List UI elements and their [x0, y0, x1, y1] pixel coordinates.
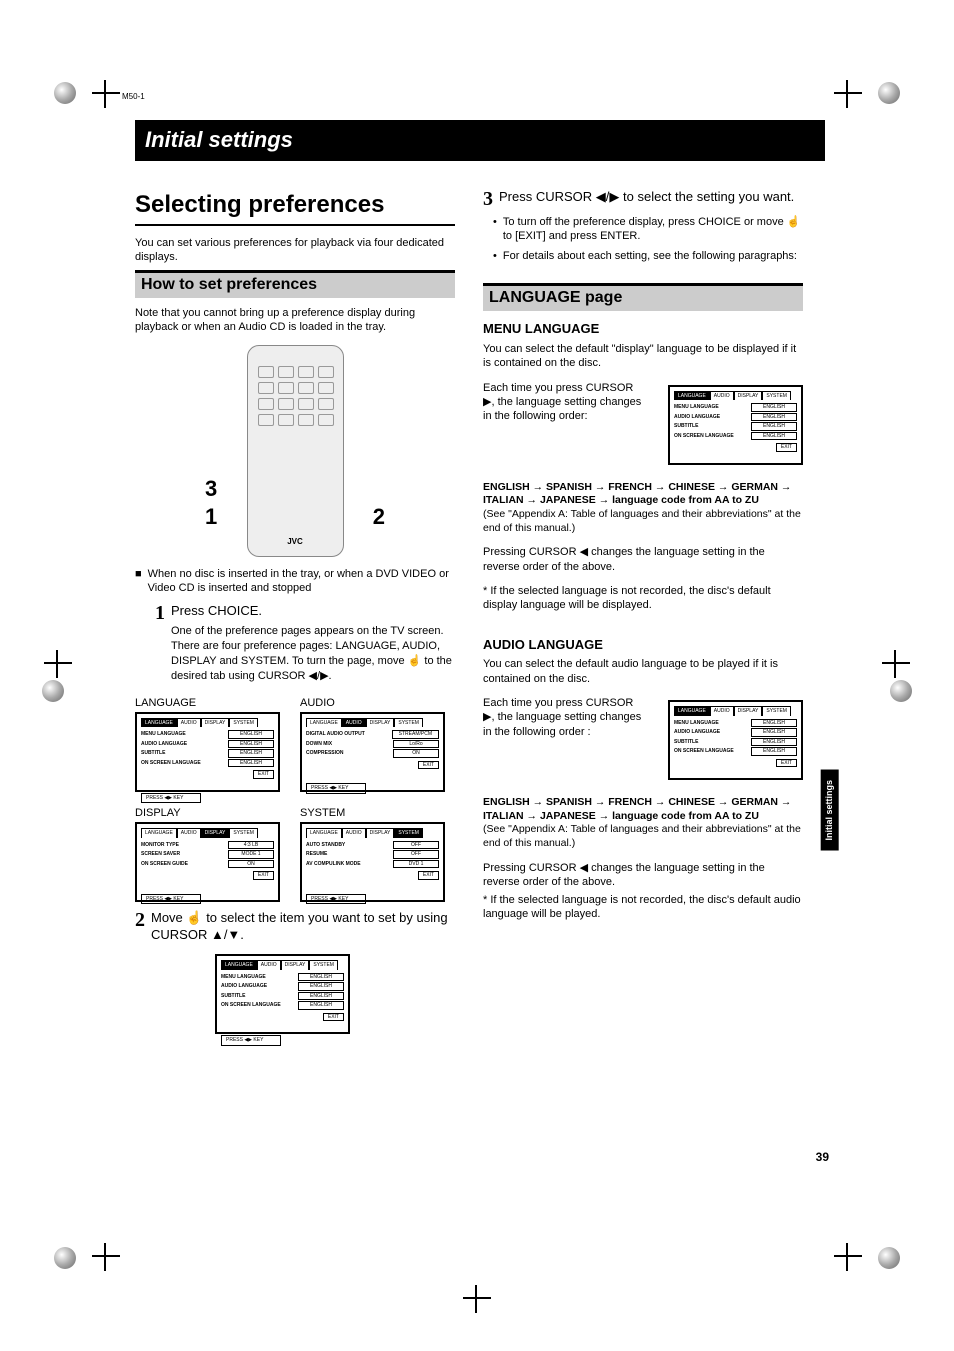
- bullet-dot-icon: •: [493, 215, 497, 244]
- howto-note: Note that you cannot bring up a preferen…: [135, 306, 455, 335]
- banner-title: Initial settings: [145, 127, 293, 152]
- osd-language: LANGUAGEAUDIODISPLAYSYSTEM MENU LANGUAGE…: [135, 712, 280, 792]
- reverse-note-1: Pressing CURSOR ◀ changes the language s…: [483, 545, 803, 574]
- audio-language-heading: AUDIO LANGUAGE: [483, 637, 803, 654]
- star-note-display: * If the selected language is not record…: [483, 584, 803, 613]
- page-number: 39: [816, 1150, 829, 1166]
- step-3: 3 Press CURSOR ◀/▶ to select the setting…: [483, 189, 803, 209]
- step-3-num: 3: [483, 189, 493, 209]
- reg-dot: [54, 1247, 76, 1269]
- step-2: 2 Move ☝ to select the item you want to …: [135, 910, 455, 944]
- caption-audio: AUDIO: [300, 696, 445, 710]
- main-heading: Selecting preferences: [135, 189, 455, 220]
- callout-2: 2: [373, 503, 385, 532]
- osd-display: LANGUAGEAUDIODISPLAYSYSTEM MONITOR TYPE4…: [135, 822, 280, 902]
- step-2-num: 2: [135, 910, 145, 944]
- step-1-title: Press CHOICE.: [171, 603, 455, 620]
- left-column: Selecting preferences You can set variou…: [135, 189, 455, 1044]
- step-1-num: 1: [155, 603, 165, 683]
- language-cycle-1: ENGLISH → SPANISH → FRENCH → CHINESE → G…: [483, 481, 803, 536]
- heading-rule: [135, 224, 455, 226]
- reg-cross-bottom: [463, 1285, 491, 1313]
- language-page-title: LANGUAGE page: [489, 289, 622, 306]
- menu-language-body: You can select the default "display" lan…: [483, 342, 803, 371]
- reg-dot: [878, 1247, 900, 1269]
- reg-cross: [882, 650, 910, 678]
- osd-step2: LANGUAGEAUDIODISPLAYSYSTEM MENU LANGUAGE…: [215, 954, 350, 1034]
- star-note-audio: * If the selected language is not record…: [483, 893, 803, 922]
- right-column: 3 Press CURSOR ◀/▶ to select the setting…: [483, 189, 803, 1044]
- caption-system: SYSTEM: [300, 806, 445, 820]
- reverse-note-2: Pressing CURSOR ◀ changes the language s…: [483, 861, 803, 890]
- callout-3: 3: [205, 475, 217, 504]
- audio-language-body: You can select the default audio languag…: [483, 657, 803, 686]
- step-3-bullet-1: To turn off the preference display, pres…: [503, 215, 803, 244]
- osd-menu-language: LANGUAGEAUDIODISPLAYSYSTEM MENU LANGUAGE…: [668, 385, 803, 465]
- osd-audio-language: LANGUAGEAUDIODISPLAYSYSTEM MENU LANGUAGE…: [668, 700, 803, 780]
- reg-cross: [834, 80, 862, 108]
- reg-cross: [92, 1243, 120, 1271]
- header-code-label: M50-1: [122, 92, 145, 102]
- menu-language-heading: MENU LANGUAGE: [483, 321, 803, 338]
- step-2-title: Move ☝ to select the item you want to se…: [151, 910, 455, 944]
- reg-dot: [42, 680, 64, 702]
- intro-text: You can set various preferences for play…: [135, 236, 455, 265]
- howto-title: How to set preferences: [141, 276, 317, 293]
- step-3-title: Press CURSOR ◀/▶ to select the setting y…: [499, 189, 794, 209]
- osd-system: LANGUAGEAUDIODISPLAYSYSTEM AUTO STANDBYO…: [300, 822, 445, 902]
- reg-dot: [54, 82, 76, 104]
- remote-illustration: [247, 345, 344, 557]
- nodisk-note: When no disc is inserted in the tray, or…: [148, 567, 455, 596]
- audio-language-each: Each time you press CURSOR ▶, the langua…: [483, 696, 643, 739]
- howto-banner: How to set preferences: [135, 270, 455, 298]
- page-banner: Initial settings: [135, 120, 825, 161]
- callout-1: 1: [205, 503, 217, 532]
- language-page-banner: LANGUAGE page: [483, 283, 803, 311]
- reg-dot: [878, 82, 900, 104]
- caption-display: DISPLAY: [135, 806, 280, 820]
- reg-cross: [92, 80, 120, 108]
- osd-audio: LANGUAGEAUDIODISPLAYSYSTEM DIGITAL AUDIO…: [300, 712, 445, 792]
- step-3-bullet-2: For details about each setting, see the …: [503, 249, 797, 263]
- menu-language-each: Each time you press CURSOR ▶, the langua…: [483, 381, 643, 424]
- reg-dot: [890, 680, 912, 702]
- caption-language: LANGUAGE: [135, 696, 280, 710]
- step-1-body: One of the preference pages appears on t…: [171, 624, 455, 683]
- language-cycle-2: ENGLISH → SPANISH → FRENCH → CHINESE → G…: [483, 796, 803, 851]
- step-1: 1 Press CHOICE. One of the preference pa…: [155, 603, 455, 683]
- reg-cross: [834, 1243, 862, 1271]
- side-tab: Initial settings: [821, 770, 839, 851]
- square-bullet-icon: ■: [135, 567, 142, 596]
- reg-cross: [44, 650, 72, 678]
- bullet-dot-icon: •: [493, 249, 497, 263]
